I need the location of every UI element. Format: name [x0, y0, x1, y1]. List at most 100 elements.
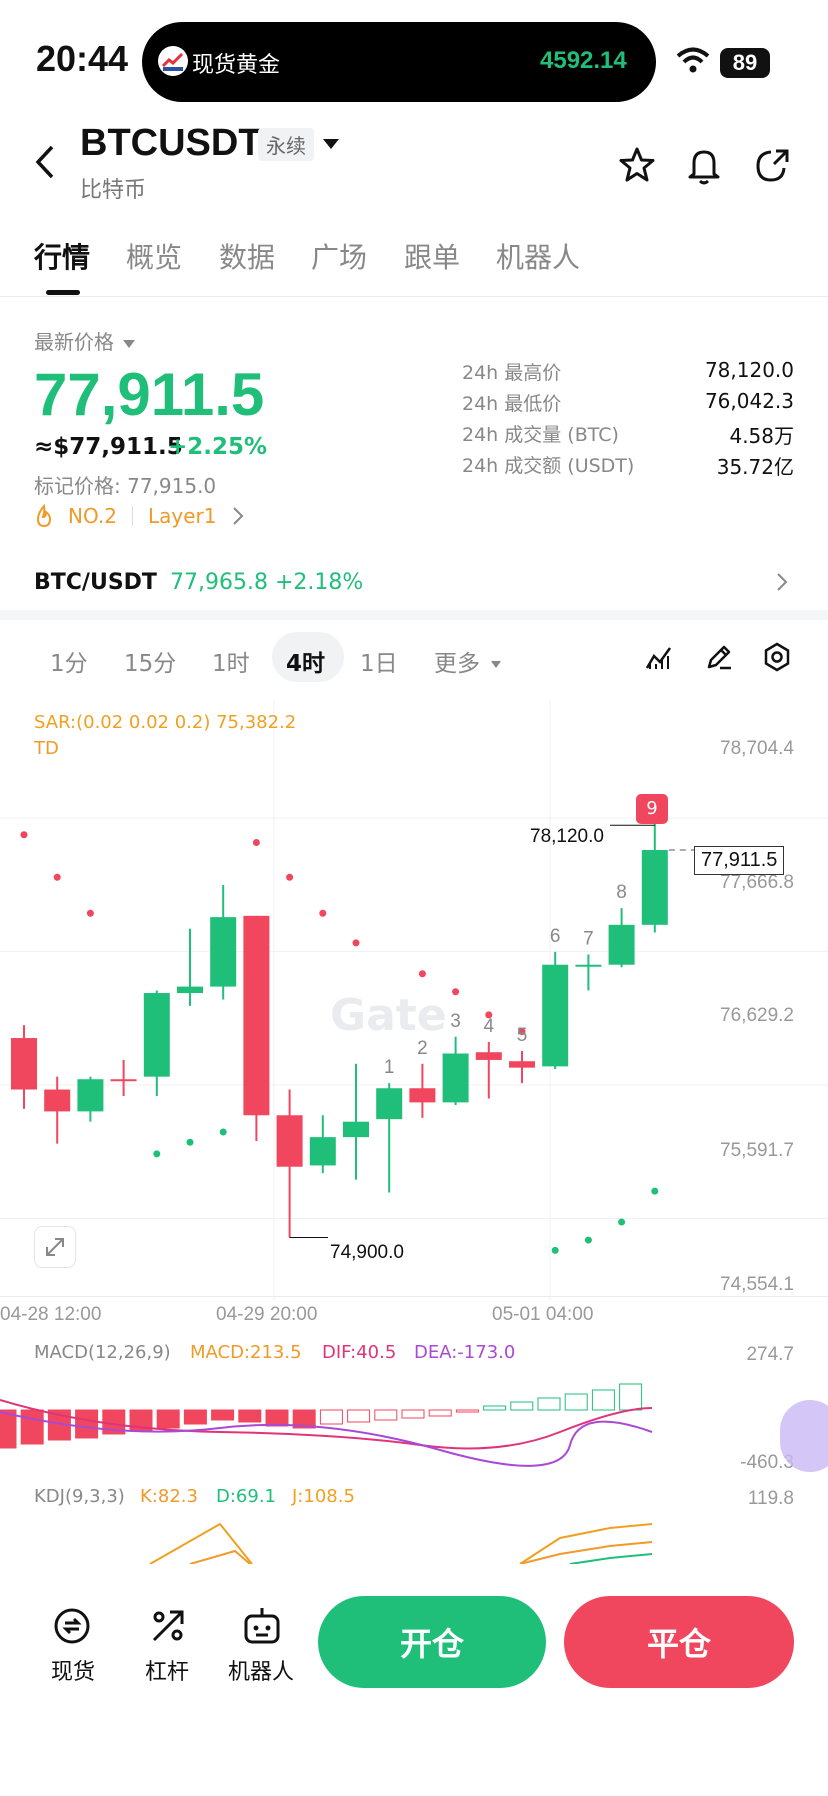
- flame-icon: [34, 503, 54, 532]
- macd-bar: [591, 1389, 615, 1411]
- spot-pair[interactable]: BTC/USDT: [34, 570, 157, 595]
- symbol-title[interactable]: BTCUSDT: [80, 122, 262, 165]
- stat-value: 4.58万: [729, 424, 794, 448]
- d-value: D:69.1: [216, 1486, 277, 1507]
- island-price: 4592.14: [540, 47, 627, 74]
- spot-price: 77,965.8: [170, 570, 268, 595]
- td-count: 6: [550, 926, 561, 947]
- sar-dot: [86, 909, 94, 917]
- macd-label: MACD(12,26,9): [34, 1342, 171, 1363]
- td-count: 7: [583, 928, 594, 949]
- sar-label: SAR:(0.02 0.02 0.2) 75,382.2: [34, 712, 297, 733]
- spot-change: +2.18%: [275, 570, 364, 595]
- td-count: 8: [616, 882, 627, 903]
- y-tick: 77,666.8: [720, 872, 794, 893]
- spot-label[interactable]: 现货: [28, 1654, 118, 1686]
- candle-body: [11, 1038, 37, 1090]
- chevron-down-icon[interactable]: [322, 136, 340, 155]
- indicator-icon[interactable]: [644, 642, 674, 676]
- chevron-right-icon[interactable]: [776, 572, 788, 596]
- draw-icon[interactable]: [704, 642, 734, 676]
- stat-value: 78,120.0: [704, 358, 794, 382]
- floating-assistant[interactable]: [780, 1400, 828, 1472]
- usd-price: ≈$77,911.5: [34, 434, 183, 460]
- divider: [0, 296, 828, 297]
- chevron-right-icon[interactable]: [232, 506, 244, 530]
- macd-bar: [319, 1409, 343, 1425]
- bell-icon[interactable]: [686, 146, 722, 190]
- island-title: 现货黄金: [192, 53, 281, 78]
- last-price-label[interactable]: 最新价格: [34, 326, 114, 355]
- bot-icon[interactable]: [240, 1604, 284, 1648]
- timeframe-4h[interactable]: 4时: [286, 644, 325, 678]
- candle-body: [77, 1079, 104, 1112]
- tab-data[interactable]: 数据: [219, 236, 275, 276]
- x-tick: 04-28 12:00: [0, 1304, 102, 1325]
- td-count: 1: [384, 1057, 395, 1078]
- expand-icon[interactable]: [34, 1226, 76, 1268]
- candle-body: [309, 1137, 336, 1166]
- candle-body: [641, 850, 668, 925]
- stat-label: 24h 最高价: [462, 362, 562, 384]
- td-count: 3: [450, 1011, 461, 1032]
- macd-bar: [537, 1397, 561, 1411]
- high-label: 78,120.0: [530, 826, 604, 847]
- stat-label: 24h 最低价: [462, 393, 562, 415]
- y-tick: 74,554.1: [720, 1274, 794, 1295]
- open-position-button[interactable]: 开仓: [318, 1596, 546, 1688]
- macd-bar: [238, 1409, 262, 1423]
- spot-icon[interactable]: [50, 1604, 94, 1648]
- timeframe-more[interactable]: 更多: [434, 644, 480, 678]
- macd-value: MACD:213.5: [190, 1342, 302, 1363]
- mark-price: 标记价格: 77,915.0: [34, 474, 217, 498]
- bot-label[interactable]: 机器人: [216, 1654, 306, 1686]
- category-badge[interactable]: Layer1: [148, 504, 217, 528]
- candle-body: [376, 1088, 403, 1120]
- section-gap: [0, 610, 828, 620]
- macd-bar: [455, 1409, 479, 1413]
- candle-body: [509, 1061, 535, 1068]
- stat-value: 76,042.3: [704, 389, 794, 413]
- leverage-icon[interactable]: [146, 1604, 190, 1648]
- y-tick: 76,629.2: [720, 1005, 794, 1026]
- tab-bots[interactable]: 机器人: [496, 236, 580, 276]
- settings-icon[interactable]: [762, 642, 792, 676]
- macd-bar: [428, 1409, 452, 1417]
- rank-badge[interactable]: NO.2: [68, 504, 117, 528]
- tab-copy-trade[interactable]: 跟单: [404, 236, 460, 276]
- share-icon[interactable]: [754, 146, 790, 188]
- timeframe-15m[interactable]: 15分: [124, 644, 176, 678]
- star-icon[interactable]: [618, 146, 656, 188]
- back-icon[interactable]: [34, 144, 56, 184]
- macd-bar: [265, 1409, 289, 1427]
- divider: [0, 1296, 828, 1297]
- timeframe-1d[interactable]: 1日: [360, 644, 398, 678]
- macd-chart: [0, 1383, 653, 1467]
- tab-overview[interactable]: 概览: [126, 236, 182, 276]
- sar-dot: [286, 873, 294, 881]
- td-label: TD: [34, 738, 59, 759]
- divider: [132, 506, 133, 526]
- chevron-down-icon[interactable]: [122, 334, 136, 353]
- macd-bar: [156, 1409, 180, 1429]
- sar-dot: [452, 988, 460, 996]
- macd-bar: [183, 1409, 207, 1425]
- timeframe-1m[interactable]: 1分: [50, 644, 88, 678]
- macd-bar: [510, 1401, 534, 1411]
- tab-market[interactable]: 行情: [34, 236, 90, 276]
- chevron-down-icon[interactable]: [490, 654, 502, 673]
- symbol-subtitle: 比特币: [80, 178, 147, 203]
- sar-dot: [186, 1138, 194, 1146]
- macd-bar: [619, 1383, 643, 1411]
- stat-value: 35.72亿: [716, 455, 794, 479]
- battery-indicator: 89: [720, 48, 770, 78]
- tab-square[interactable]: 广场: [311, 236, 367, 276]
- timeframe-1h[interactable]: 1时: [212, 644, 250, 678]
- k-value: K:82.3: [140, 1486, 198, 1507]
- contract-tag: 永续: [258, 128, 314, 161]
- low-label: 74,900.0: [330, 1242, 404, 1263]
- sar-dot: [551, 1246, 559, 1254]
- sar-dot: [584, 1236, 592, 1244]
- leverage-label[interactable]: 杠杆: [122, 1654, 212, 1686]
- close-position-button[interactable]: 平仓: [564, 1596, 794, 1688]
